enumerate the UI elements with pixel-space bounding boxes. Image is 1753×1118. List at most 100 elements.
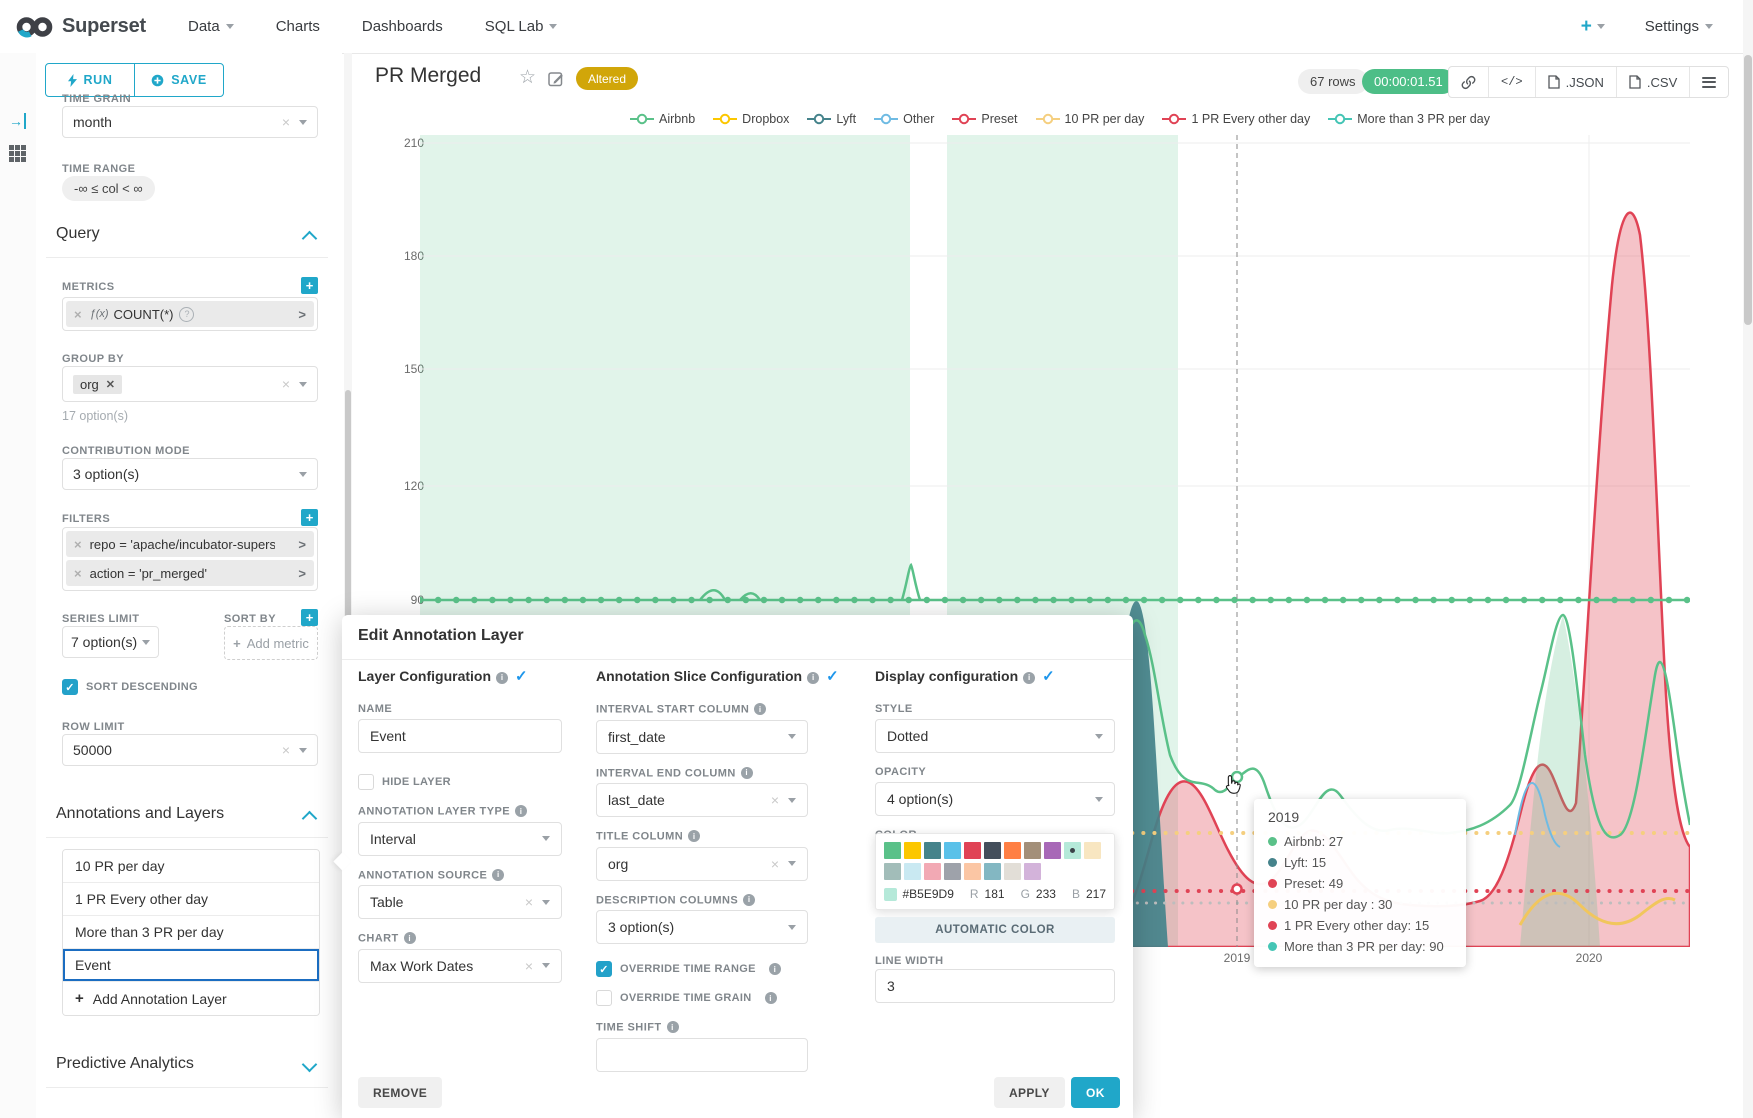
- time-grain-select[interactable]: month ×: [62, 106, 318, 138]
- clear-x-icon[interactable]: ×: [771, 792, 779, 808]
- add-annotation-layer-button[interactable]: + Add Annotation Layer: [63, 982, 319, 1015]
- color-swatch[interactable]: [984, 863, 1001, 880]
- caret-down-icon[interactable]: [299, 472, 307, 477]
- group-by-tag-org[interactable]: org✕: [73, 375, 122, 394]
- clear-x-icon[interactable]: ×: [282, 114, 290, 130]
- collapse-panel-icon[interactable]: →: [9, 113, 26, 129]
- line-width-input[interactable]: 3: [875, 969, 1115, 1003]
- clear-x-icon[interactable]: ×: [771, 856, 779, 872]
- annotation-layer-item-selected[interactable]: Event: [63, 949, 319, 982]
- chevron-up-icon[interactable]: [302, 231, 318, 247]
- color-swatch[interactable]: [924, 863, 941, 880]
- color-swatch[interactable]: [1004, 863, 1021, 880]
- edit-icon[interactable]: [548, 70, 565, 87]
- info-icon[interactable]: i: [769, 963, 781, 975]
- export-json-button[interactable]: .JSON: [1536, 67, 1617, 97]
- clear-x-icon[interactable]: ✕: [106, 378, 115, 391]
- save-button[interactable]: SAVE: [135, 64, 223, 96]
- add-filter-plus-button[interactable]: +: [301, 509, 318, 526]
- color-swatch[interactable]: [924, 842, 941, 859]
- legend-item[interactable]: 1 PR Every other day: [1162, 112, 1310, 126]
- chevron-down-icon[interactable]: [302, 1057, 318, 1073]
- caret-down-icon[interactable]: [299, 748, 307, 753]
- caret-down-icon[interactable]: [142, 640, 150, 645]
- clear-x-icon[interactable]: ×: [282, 376, 290, 392]
- filter-pill[interactable]: × action = 'pr_merged' >: [66, 560, 314, 586]
- run-button[interactable]: RUN: [46, 64, 135, 96]
- remove-filter-icon[interactable]: ×: [66, 537, 90, 552]
- add-sort-metric-plus-button[interactable]: +: [301, 609, 318, 626]
- color-swatch-selected[interactable]: [1064, 842, 1081, 859]
- series-limit-select[interactable]: 7 option(s): [62, 626, 159, 658]
- clear-x-icon[interactable]: ×: [525, 894, 533, 910]
- legend-item[interactable]: More than 3 PR per day: [1328, 112, 1490, 126]
- info-icon[interactable]: i: [496, 672, 508, 684]
- legend-item[interactable]: 10 PR per day: [1036, 112, 1145, 126]
- description-columns-select[interactable]: 3 option(s): [596, 910, 808, 944]
- remove-filter-icon[interactable]: ×: [66, 566, 90, 581]
- info-icon[interactable]: i: [754, 703, 766, 715]
- legend-item[interactable]: Preset: [952, 112, 1017, 126]
- interval-end-column-select[interactable]: last_date×: [596, 783, 808, 817]
- export-csv-button[interactable]: .CSV: [1617, 67, 1690, 97]
- expand-filter-icon[interactable]: >: [290, 566, 314, 581]
- override-time-grain-checkbox[interactable]: [596, 990, 612, 1006]
- color-swatch[interactable]: [964, 863, 981, 880]
- color-swatch[interactable]: [964, 842, 981, 859]
- star-icon[interactable]: ☆: [519, 66, 536, 89]
- info-icon[interactable]: i: [404, 932, 416, 944]
- caret-down-icon[interactable]: [1095, 797, 1103, 802]
- clear-x-icon[interactable]: ×: [525, 958, 533, 974]
- legend-item[interactable]: Other: [874, 112, 934, 126]
- annotation-layer-item[interactable]: More than 3 PR per day: [63, 916, 319, 949]
- annotation-layer-type-select[interactable]: Interval: [358, 822, 562, 856]
- caret-down-icon[interactable]: [788, 798, 796, 803]
- remove-button[interactable]: REMOVE: [358, 1077, 442, 1108]
- view-query-button[interactable]: </>: [1489, 67, 1536, 97]
- new-item-button[interactable]: +: [1581, 16, 1605, 38]
- sort-by-add-metric[interactable]: +Add metric: [224, 626, 318, 660]
- style-select[interactable]: Dotted: [875, 719, 1115, 753]
- caret-down-icon[interactable]: [542, 836, 550, 841]
- info-icon[interactable]: i: [492, 869, 504, 881]
- color-swatch[interactable]: [904, 863, 921, 880]
- sort-descending-checkbox[interactable]: ✓: [62, 679, 78, 695]
- caret-down-icon[interactable]: [788, 734, 796, 739]
- superset-logo[interactable]: Superset: [16, 14, 146, 40]
- annotation-layer-item[interactable]: 10 PR per day: [63, 850, 319, 883]
- apply-button[interactable]: APPLY: [994, 1077, 1065, 1108]
- page-scrollbar-thumb[interactable]: [1744, 55, 1752, 325]
- altered-badge[interactable]: Altered: [576, 67, 638, 90]
- add-metric-plus-button[interactable]: +: [301, 277, 318, 294]
- interval-start-column-select[interactable]: first_date: [596, 720, 808, 754]
- info-icon[interactable]: i: [1023, 672, 1035, 684]
- color-swatch[interactable]: [1004, 842, 1021, 859]
- caret-down-icon[interactable]: [542, 900, 550, 905]
- color-swatch[interactable]: [984, 842, 1001, 859]
- color-swatch[interactable]: [1044, 842, 1061, 859]
- info-icon[interactable]: i: [688, 830, 700, 842]
- settings-menu[interactable]: Settings: [1645, 18, 1713, 35]
- info-icon[interactable]: i: [667, 1021, 679, 1033]
- caret-down-icon[interactable]: [542, 963, 550, 968]
- legend-item[interactable]: Dropbox: [713, 112, 789, 126]
- nav-item-dashboards[interactable]: Dashboards: [362, 18, 443, 35]
- hide-layer-checkbox[interactable]: [358, 774, 374, 790]
- color-swatch[interactable]: [884, 863, 901, 880]
- info-icon[interactable]: i: [515, 805, 527, 817]
- caret-down-icon[interactable]: [299, 120, 307, 125]
- clear-x-icon[interactable]: ×: [282, 742, 290, 758]
- title-column-select[interactable]: org×: [596, 847, 808, 881]
- caret-down-icon[interactable]: [1095, 734, 1103, 739]
- caret-down-icon[interactable]: [299, 382, 307, 387]
- opacity-select[interactable]: 4 option(s): [875, 782, 1115, 816]
- automatic-color-button[interactable]: AUTOMATIC COLOR: [875, 917, 1115, 943]
- datasource-grid-icon[interactable]: [9, 145, 26, 162]
- time-shift-input[interactable]: [596, 1038, 808, 1072]
- metric-pill[interactable]: × ƒ(x) COUNT(*) ? >: [66, 301, 314, 327]
- expand-metric-icon[interactable]: >: [290, 307, 314, 322]
- chart-select[interactable]: Max Work Dates×: [358, 949, 562, 983]
- share-link-button[interactable]: [1449, 67, 1489, 97]
- info-icon[interactable]: i: [743, 894, 755, 906]
- color-swatch[interactable]: [884, 842, 901, 859]
